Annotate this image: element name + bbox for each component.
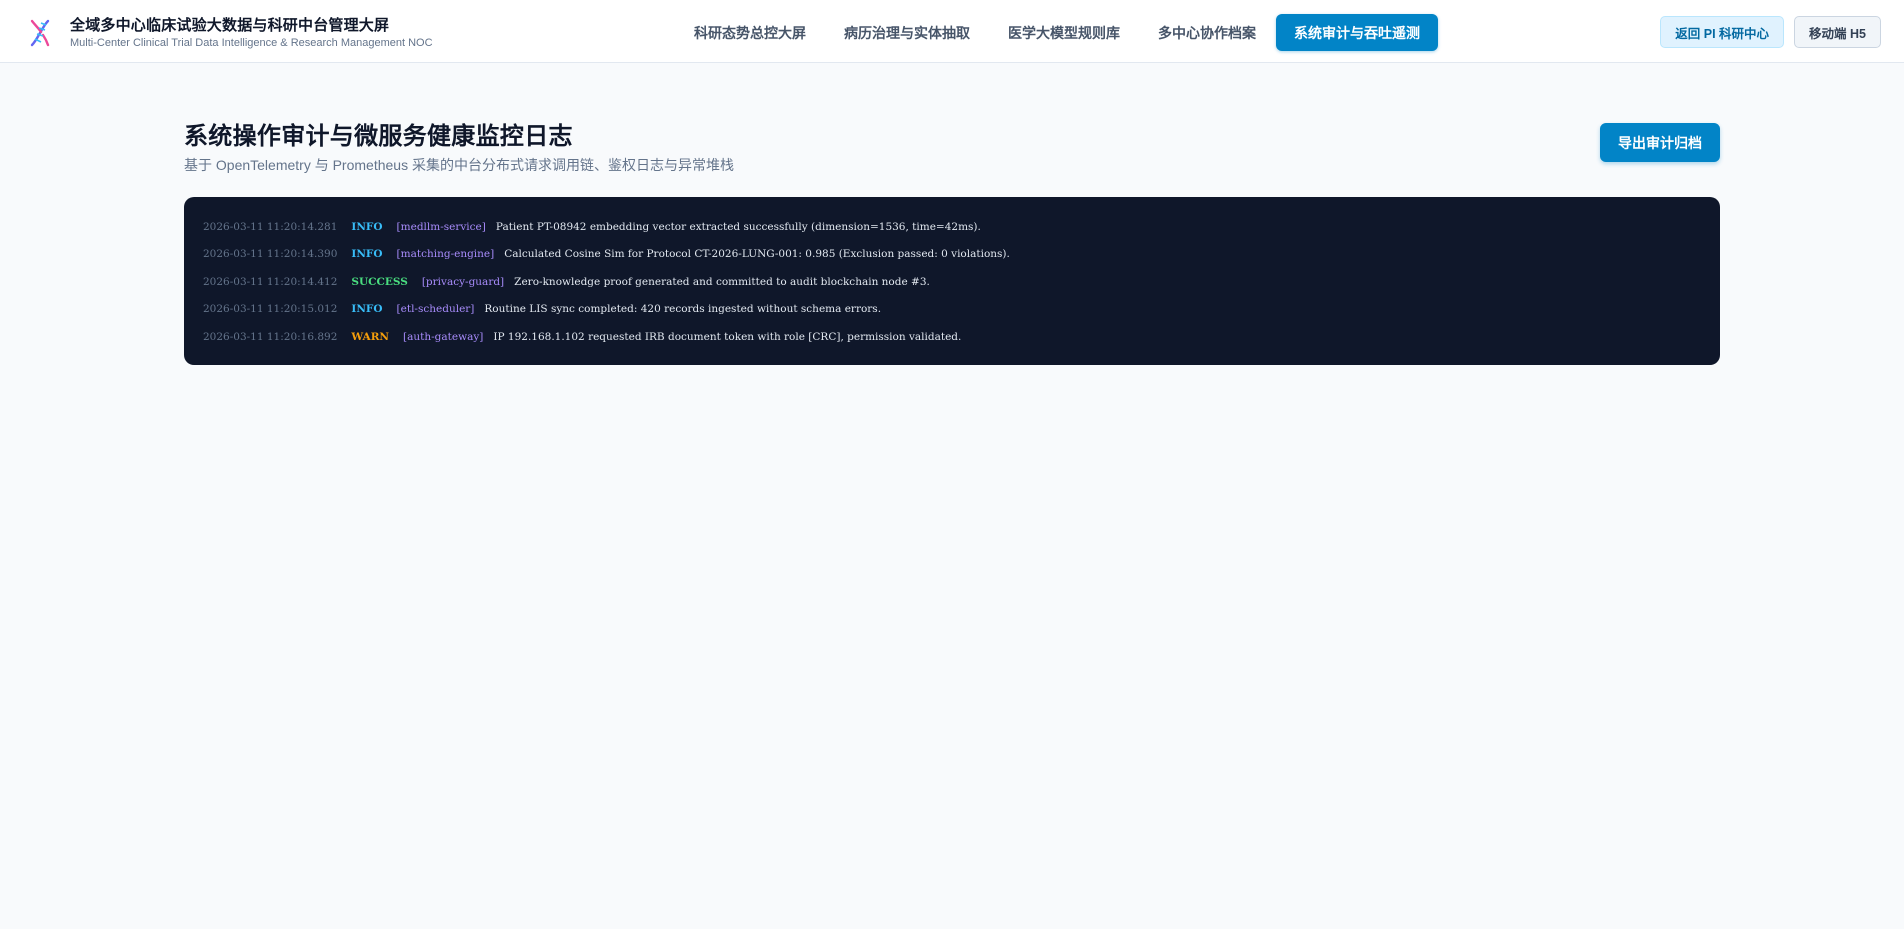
- log-service: [matching-engine]: [396, 248, 495, 261]
- main-nav: 科研态势总控大屏 病历治理与实体抽取 医学大模型规则库 多中心协作档案 系统审计…: [676, 14, 1440, 51]
- log-timestamp: 2026-03-11 11:20:14.390: [203, 248, 338, 261]
- brand[interactable]: 全域多中心临床试验大数据与科研中台管理大屏 Multi-Center Clini…: [26, 16, 433, 50]
- header-actions: 返回 PI 科研中心 移动端 H5: [1660, 16, 1881, 48]
- export-audit-archive-button[interactable]: 导出审计归档: [1600, 123, 1720, 162]
- log-level-badge: SUCCESS: [351, 275, 408, 288]
- log-line: 2026-03-11 11:20:14.412 SUCCESS [privacy…: [203, 268, 1701, 296]
- log-message: IP 192.168.1.102 requested IRB document …: [493, 330, 962, 343]
- log-service: [auth-gateway]: [403, 330, 484, 343]
- log-line: 2026-03-11 11:20:14.390 INFO [matching-e…: [203, 241, 1701, 269]
- log-timestamp: 2026-03-11 11:20:14.412: [203, 275, 338, 288]
- log-service: [etl-scheduler]: [396, 303, 475, 316]
- nav-tab-research-overview[interactable]: 科研态势总控大屏: [676, 14, 824, 51]
- nav-tab-collaboration-archive[interactable]: 多中心协作档案: [1140, 14, 1274, 51]
- log-message: Calculated Cosine Sim for Protocol CT-20…: [504, 248, 1010, 261]
- brand-text: 全域多中心临床试验大数据与科研中台管理大屏 Multi-Center Clini…: [70, 16, 433, 50]
- log-service: [medllm-service]: [396, 220, 486, 233]
- log-line: 2026-03-11 11:20:16.892 WARN [auth-gatew…: [203, 323, 1701, 351]
- app-subtitle: Multi-Center Clinical Trial Data Intelli…: [70, 37, 433, 49]
- log-level-badge: INFO: [351, 303, 383, 316]
- log-level-badge: WARN: [351, 330, 390, 343]
- mobile-h5-button[interactable]: 移动端 H5: [1794, 16, 1881, 48]
- log-timestamp: 2026-03-11 11:20:14.281: [203, 220, 338, 233]
- log-level-badge: INFO: [351, 220, 383, 233]
- log-timestamp: 2026-03-11 11:20:15.012: [203, 303, 338, 316]
- nav-tab-record-governance[interactable]: 病历治理与实体抽取: [826, 14, 988, 51]
- page-subtitle: 基于 OpenTelemetry 与 Prometheus 采集的中台分布式请求…: [184, 157, 734, 173]
- return-pi-center-button[interactable]: 返回 PI 科研中心: [1660, 16, 1785, 48]
- log-timestamp: 2026-03-11 11:20:16.892: [203, 330, 338, 343]
- app-title: 全域多中心临床试验大数据与科研中台管理大屏: [70, 17, 390, 34]
- log-message: Patient PT-08942 embedding vector extrac…: [495, 220, 981, 233]
- nav-tab-system-audit[interactable]: 系统审计与吞吐遥测: [1276, 14, 1438, 51]
- top-bar: 全域多中心临床试验大数据与科研中台管理大屏 Multi-Center Clini…: [0, 0, 1904, 63]
- log-message: Zero-knowledge proof generated and commi…: [514, 275, 930, 288]
- log-terminal: 2026-03-11 11:20:14.281 INFO [medllm-ser…: [184, 197, 1720, 365]
- log-service: [privacy-guard]: [421, 275, 505, 288]
- log-message: Routine LIS sync completed: 420 records …: [484, 303, 882, 316]
- page-title: 系统操作审计与微服务健康监控日志: [184, 123, 573, 150]
- log-line: 2026-03-11 11:20:15.012 INFO [etl-schedu…: [203, 296, 1701, 324]
- log-line: 2026-03-11 11:20:14.281 INFO [medllm-ser…: [203, 213, 1701, 241]
- log-level-badge: INFO: [351, 248, 383, 261]
- nav-tab-llm-rules[interactable]: 医学大模型规则库: [990, 14, 1138, 51]
- dna-icon: [30, 19, 50, 47]
